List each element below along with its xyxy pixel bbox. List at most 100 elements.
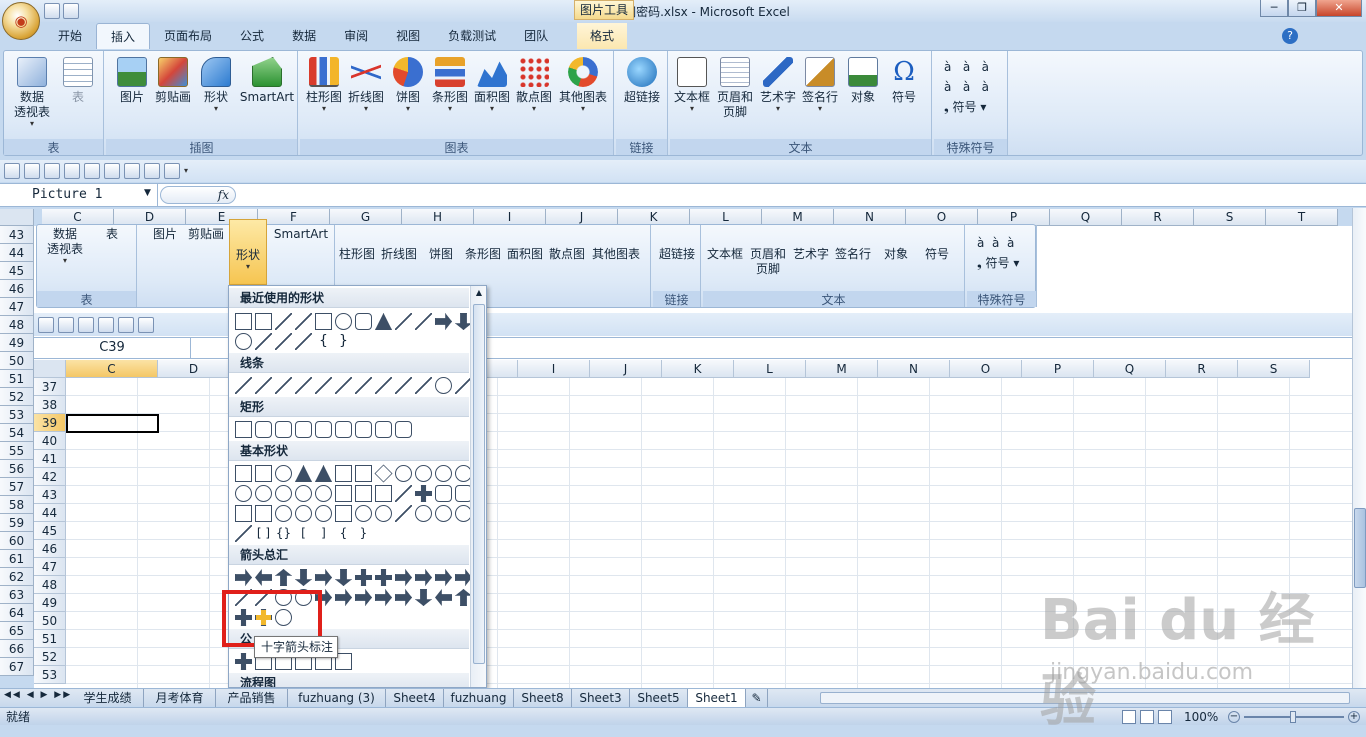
rounded-rect-shape-icon[interactable] xyxy=(355,313,372,330)
tab-view[interactable]: 视图 xyxy=(382,23,434,49)
arrow-line-shape-icon[interactable] xyxy=(295,313,312,330)
column-header[interactable]: Q xyxy=(1050,209,1122,226)
row-header[interactable]: 57 xyxy=(0,478,34,496)
save-icon[interactable] xyxy=(4,163,20,179)
row-header[interactable]: 66 xyxy=(0,640,34,658)
vertical-scroll-thumb[interactable] xyxy=(1354,508,1366,588)
rounded-rectangle-icon[interactable] xyxy=(255,421,272,438)
pie-shape-icon[interactable] xyxy=(275,485,292,502)
column-header[interactable]: T xyxy=(1266,209,1338,226)
sheet-nav-arrows-icon[interactable]: ◀◀ ◀ ▶ ▶▶ xyxy=(4,690,72,700)
left-up-arrow-icon[interactable] xyxy=(435,569,452,586)
smiley-face-icon[interactable] xyxy=(355,505,372,522)
zoom-in-icon[interactable]: + xyxy=(1348,711,1360,723)
curved-arrow-icon[interactable] xyxy=(375,377,392,394)
up-down-arrow-icon[interactable] xyxy=(335,569,352,586)
arc-shape-icon[interactable] xyxy=(275,333,292,350)
close-button[interactable]: ✕ xyxy=(1316,0,1362,17)
pie-chart-button[interactable]: 饼图 ▾ xyxy=(388,57,428,113)
row-header[interactable]: 44 xyxy=(0,244,34,262)
row-header[interactable]: 50 xyxy=(0,352,34,370)
right-arrow-shape-icon[interactable] xyxy=(435,313,452,330)
page-layout-view-icon[interactable] xyxy=(1140,710,1154,724)
round-same-side-rect-icon[interactable] xyxy=(375,421,392,438)
vertical-scrollbar[interactable] xyxy=(1352,208,1366,688)
snip-corner-rect-icon[interactable] xyxy=(275,421,292,438)
row-header[interactable]: 48 xyxy=(0,316,34,334)
minimize-button[interactable]: ─ xyxy=(1260,0,1288,17)
right-brace-icon[interactable]: } xyxy=(355,525,372,542)
wordart-button[interactable]: 艺术字 ▾ xyxy=(758,57,798,113)
name-box[interactable]: Picture 1 xyxy=(0,184,158,206)
down-arrow-icon[interactable] xyxy=(295,569,312,586)
chord-icon[interactable] xyxy=(295,485,312,502)
elbow-connector-icon[interactable] xyxy=(295,377,312,394)
pentagon-arrow-icon[interactable] xyxy=(355,589,372,606)
office-button[interactable]: ◉ xyxy=(2,2,40,40)
left-brace-icon[interactable]: { xyxy=(315,333,332,350)
sheet-tab[interactable]: 学生成绩 xyxy=(72,689,144,707)
sheet-tab[interactable]: Sheet4 xyxy=(386,689,444,707)
insert-sheet-icon[interactable]: ✎ xyxy=(746,689,768,707)
row-header[interactable]: 52 xyxy=(0,388,34,406)
column-header[interactable]: S xyxy=(1194,209,1266,226)
right-brace-icon[interactable]: } xyxy=(335,333,352,350)
row-header[interactable]: 46 xyxy=(0,280,34,298)
parallelogram-icon[interactable] xyxy=(335,465,352,482)
hexagon-icon[interactable] xyxy=(415,465,432,482)
customize-qat-icon[interactable]: ▾ xyxy=(184,167,188,175)
area-chart-button[interactable]: 面积图 ▾ xyxy=(472,57,512,113)
arrow-icon[interactable] xyxy=(255,377,272,394)
double-bracket-icon[interactable]: [ ] xyxy=(255,525,272,542)
round-diagonal-rect-icon[interactable] xyxy=(395,421,412,438)
row-header[interactable]: 65 xyxy=(0,622,34,640)
special-char[interactable]: à xyxy=(982,80,989,94)
tab-formulas[interactable]: 公式 xyxy=(226,23,278,49)
dodecagon-icon[interactable] xyxy=(255,485,272,502)
shapes-gallery-scrollbar[interactable]: ▲ xyxy=(470,286,486,687)
textbox-shape-icon[interactable] xyxy=(235,313,252,330)
elbow-connector-icon[interactable] xyxy=(395,313,412,330)
borders-icon[interactable] xyxy=(84,163,100,179)
sun-icon[interactable] xyxy=(415,505,432,522)
quad-arrow-icon[interactable] xyxy=(355,569,372,586)
restore-button[interactable]: ❐ xyxy=(1288,0,1316,17)
lightning-bolt-icon[interactable] xyxy=(395,505,412,522)
tab-data[interactable]: 数据 xyxy=(278,23,330,49)
arc-icon[interactable] xyxy=(235,525,252,542)
sheet-tab[interactable]: Sheet5 xyxy=(630,689,688,707)
frame-icon[interactable] xyxy=(335,485,352,502)
hyperlink-button[interactable]: 超链接 xyxy=(620,57,664,105)
row-header[interactable]: 59 xyxy=(0,514,34,532)
format-painter-icon[interactable] xyxy=(64,163,80,179)
table-button[interactable]: 表 xyxy=(60,57,96,105)
diagonal-stripe-icon[interactable] xyxy=(395,485,412,502)
double-arrow-icon[interactable] xyxy=(275,377,292,394)
tab-review[interactable]: 审阅 xyxy=(330,23,382,49)
elbow-arrow-icon[interactable] xyxy=(315,377,332,394)
tab-team[interactable]: 团队 xyxy=(510,23,562,49)
other-charts-button[interactable]: 其他图表 ▾ xyxy=(556,57,610,113)
right-bracket-icon[interactable]: ] xyxy=(315,525,332,542)
oval-icon[interactable] xyxy=(275,465,292,482)
sheet-tab[interactable]: Sheet3 xyxy=(572,689,630,707)
normal-view-icon[interactable] xyxy=(1122,710,1136,724)
row-header[interactable]: 60 xyxy=(0,532,34,550)
row-header[interactable]: 47 xyxy=(0,298,34,316)
block-arc-icon[interactable] xyxy=(315,505,332,522)
sheet-tab[interactable]: Sheet1 xyxy=(688,689,746,707)
trapezoid-icon[interactable] xyxy=(355,465,372,482)
oval-shape-icon[interactable] xyxy=(335,313,352,330)
shapes-button[interactable]: 形状 ▾ xyxy=(198,57,234,113)
notched-right-arrow-icon[interactable] xyxy=(335,589,352,606)
plaque-icon[interactable] xyxy=(435,485,452,502)
name-box-dropdown-icon[interactable]: ▼ xyxy=(144,188,151,198)
smartart-button[interactable]: SmartArt xyxy=(238,57,296,105)
snip-same-side-rect-icon[interactable] xyxy=(295,421,312,438)
help-icon[interactable]: ? xyxy=(1282,28,1298,44)
special-char[interactable]: à xyxy=(944,60,951,74)
row-header[interactable]: 67 xyxy=(0,658,34,676)
curved-double-arrow-icon[interactable] xyxy=(395,377,412,394)
tab-format[interactable]: 格式 xyxy=(577,23,627,49)
rectangle-icon[interactable] xyxy=(235,421,252,438)
